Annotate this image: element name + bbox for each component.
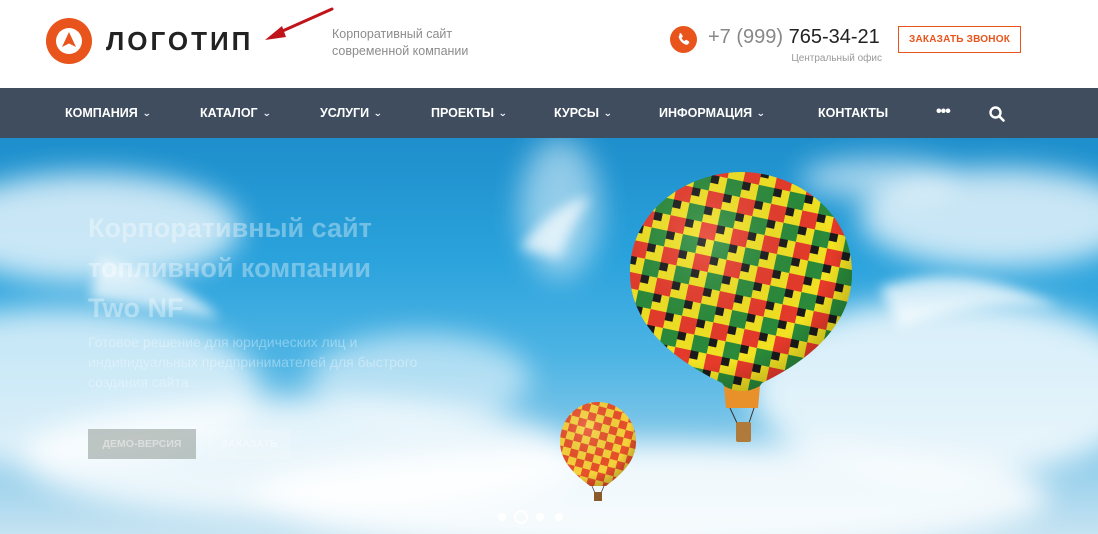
- hero-title-line: топливной компании: [88, 253, 372, 283]
- site-header: ЛОГОТИП Корпоративный сайт современной к…: [0, 0, 1098, 88]
- main-nav: КОМПАНИЯ ⌄ КАТАЛОГ ⌄ УСЛУГИ ⌄ ПРОЕКТЫ ⌄ КУРС…: [0, 88, 1098, 138]
- nav-item-company[interactable]: КОМПАНИЯ ⌄: [65, 88, 152, 138]
- nav-item-information[interactable]: ИНФОРМАЦИЯ ⌄: [659, 88, 765, 138]
- logo-text: ЛОГОТИП: [106, 25, 254, 56]
- chevron-down-icon: ⌄: [498, 108, 508, 118]
- office-label: Центральный офис: [791, 53, 882, 64]
- chevron-down-icon: ⌄: [756, 108, 766, 118]
- nav-item-label: КОМПАНИЯ: [65, 106, 138, 120]
- hero-subtitle-line: индивидуальных предпринимателей для быст…: [88, 354, 418, 370]
- order-button[interactable]: ЗАКАЗАТЬ: [208, 429, 291, 459]
- hero-subtitle-line: Готовое решение для юридических лиц и: [88, 334, 358, 350]
- nav-item-contacts[interactable]: КОНТАКТЫ: [818, 88, 888, 138]
- logo-mark-icon: [46, 18, 92, 64]
- hero-title-line: Корпоративный сайт: [88, 213, 372, 243]
- chevron-down-icon: ⌄: [373, 108, 383, 118]
- nav-item-label: ИНФОРМАЦИЯ: [659, 106, 753, 120]
- phone-code: +7 (999): [708, 26, 784, 48]
- nav-item-label: КАТАЛОГ: [200, 106, 258, 120]
- nav-item-label: КУРСЫ: [554, 106, 600, 120]
- hero-subtitle: Готовое решение для юридических лиц и ин…: [88, 332, 488, 392]
- demo-button[interactable]: ДЕМО-ВЕРСИЯ: [88, 429, 196, 459]
- nav-item-courses[interactable]: КУРСЫ ⌄: [554, 88, 612, 138]
- nav-item-catalog[interactable]: КАТАЛОГ ⌄: [200, 88, 271, 138]
- slider-dot-2[interactable]: [514, 510, 528, 524]
- search-icon[interactable]: [988, 105, 1006, 123]
- hero-title: Корпоративный сайт топливной компании Tw…: [88, 208, 468, 328]
- site-tagline: Корпоративный сайт современной компании: [332, 26, 502, 60]
- chevron-down-icon: ⌄: [603, 108, 613, 118]
- annotation-arrow-icon: [265, 7, 334, 40]
- hero-subtitle-line: создания сайта.: [88, 374, 193, 390]
- nav-item-label: УСЛУГИ: [320, 106, 370, 120]
- nav-item-projects[interactable]: ПРОЕКТЫ ⌄: [431, 88, 507, 138]
- tagline-line: Корпоративный сайт: [332, 27, 453, 41]
- more-dots-icon[interactable]: •••: [936, 88, 951, 138]
- nav-item-services[interactable]: УСЛУГИ ⌄: [320, 88, 382, 138]
- logo[interactable]: ЛОГОТИП: [46, 18, 253, 64]
- phone-number[interactable]: +7 (999) 765-34-21: [708, 26, 880, 49]
- slider-dot-3[interactable]: [536, 513, 544, 521]
- slider-dot-4[interactable]: [555, 513, 563, 521]
- chevron-down-icon: ⌄: [142, 108, 152, 118]
- slider-dot-1[interactable]: [498, 513, 506, 521]
- callback-button[interactable]: ЗАКАЗАТЬ ЗВОНОК: [898, 26, 1021, 53]
- hero-title-line: Two NF: [88, 293, 184, 323]
- chevron-down-icon: ⌄: [261, 108, 271, 118]
- nav-item-label: ПРОЕКТЫ: [431, 106, 495, 120]
- nav-item-label: КОНТАКТЫ: [818, 106, 889, 120]
- hero-slider: Корпоративный сайт топливной компании Tw…: [0, 138, 1098, 534]
- phone-icon: [670, 26, 697, 53]
- tagline-line: современной компании: [332, 44, 469, 58]
- phone-digits: 765-34-21: [788, 26, 880, 48]
